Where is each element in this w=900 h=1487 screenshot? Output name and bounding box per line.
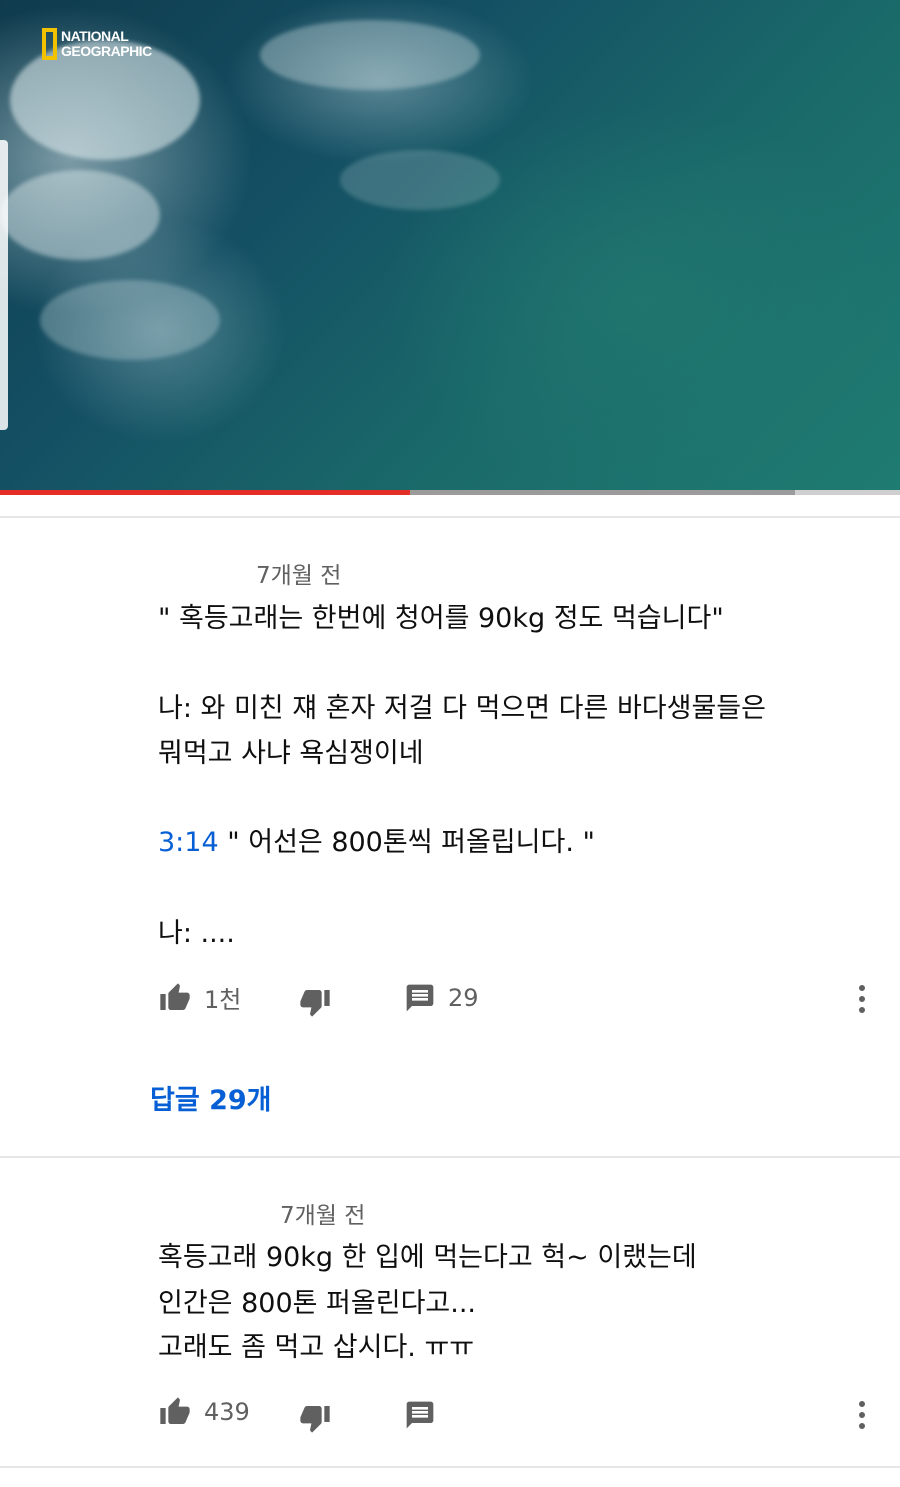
video-progress-bar[interactable] xyxy=(0,490,900,495)
comment-text-line: " 혹등고래는 한번에 청어를 90kg 정도 먹습니다" xyxy=(158,603,724,634)
dislike-button[interactable] xyxy=(298,986,332,1018)
comment-time: 7개월 전 xyxy=(256,563,342,589)
divider xyxy=(0,1156,900,1158)
timestamp-link[interactable]: 3:14 xyxy=(158,827,219,858)
reply-button[interactable] xyxy=(404,1399,436,1431)
comment-text-line: 인간은 800톤 퍼올린다고... xyxy=(158,1288,477,1319)
yellow-border-icon xyxy=(42,28,57,60)
comment-text-line: 3:14 " 어선은 800톤씩 퍼올립니다. " xyxy=(158,820,595,859)
reply-count: 29 xyxy=(448,984,479,1012)
more-vert-icon[interactable] xyxy=(858,1401,866,1434)
reply-button[interactable]: 29 xyxy=(404,982,479,1014)
video-player[interactable]: NATIONAL GEOGRAPHIC xyxy=(0,0,900,492)
ocean-foam xyxy=(0,170,160,260)
divider xyxy=(0,516,900,518)
thumb-down-icon xyxy=(298,986,332,1018)
like-count: 1천 xyxy=(204,986,242,1014)
thumb-up-icon xyxy=(158,1396,192,1428)
national-geographic-logo: NATIONAL GEOGRAPHIC xyxy=(42,28,152,60)
comment-text-line: 고래도 좀 먹고 삽시다. ㅠㅠ xyxy=(158,1332,475,1363)
like-button[interactable]: 439 xyxy=(158,1396,250,1428)
comment-text-line: 나: .... xyxy=(158,918,235,949)
progress-played xyxy=(0,490,410,495)
ocean-foam xyxy=(260,20,480,90)
reply-icon xyxy=(404,982,436,1014)
more-vert-icon[interactable] xyxy=(858,985,866,1018)
comment-text-line: 나: 와 미친 쟤 혼자 저걸 다 먹으면 다른 바다생물들은 xyxy=(158,693,766,724)
thumb-up-icon xyxy=(158,982,192,1014)
view-replies-link[interactable]: 답글 29개 xyxy=(150,1078,272,1117)
logo-text-line2: GEOGRAPHIC xyxy=(61,43,152,59)
ocean-foam xyxy=(340,150,500,210)
thumb-down-icon xyxy=(298,1402,332,1434)
comment-text-line: 뭐먹고 사냐 욕심쟁이네 xyxy=(158,738,424,769)
divider xyxy=(0,1466,900,1468)
reply-icon xyxy=(404,1399,436,1431)
logo-text-line1: NATIONAL xyxy=(61,28,129,44)
dislike-button[interactable] xyxy=(298,1402,332,1434)
like-count: 439 xyxy=(204,1398,250,1426)
timestamp-rest: " 어선은 800톤씩 퍼올립니다. " xyxy=(218,827,595,858)
ocean-foam xyxy=(40,280,220,360)
side-handle xyxy=(0,140,8,430)
like-button[interactable]: 1천 xyxy=(158,980,241,1015)
comment-text-line: 혹등고래 90kg 한 입에 먹는다고 헉~ 이랬는데 xyxy=(158,1242,697,1273)
progress-buffered xyxy=(410,490,795,495)
comment-time: 7개월 전 xyxy=(280,1203,366,1229)
